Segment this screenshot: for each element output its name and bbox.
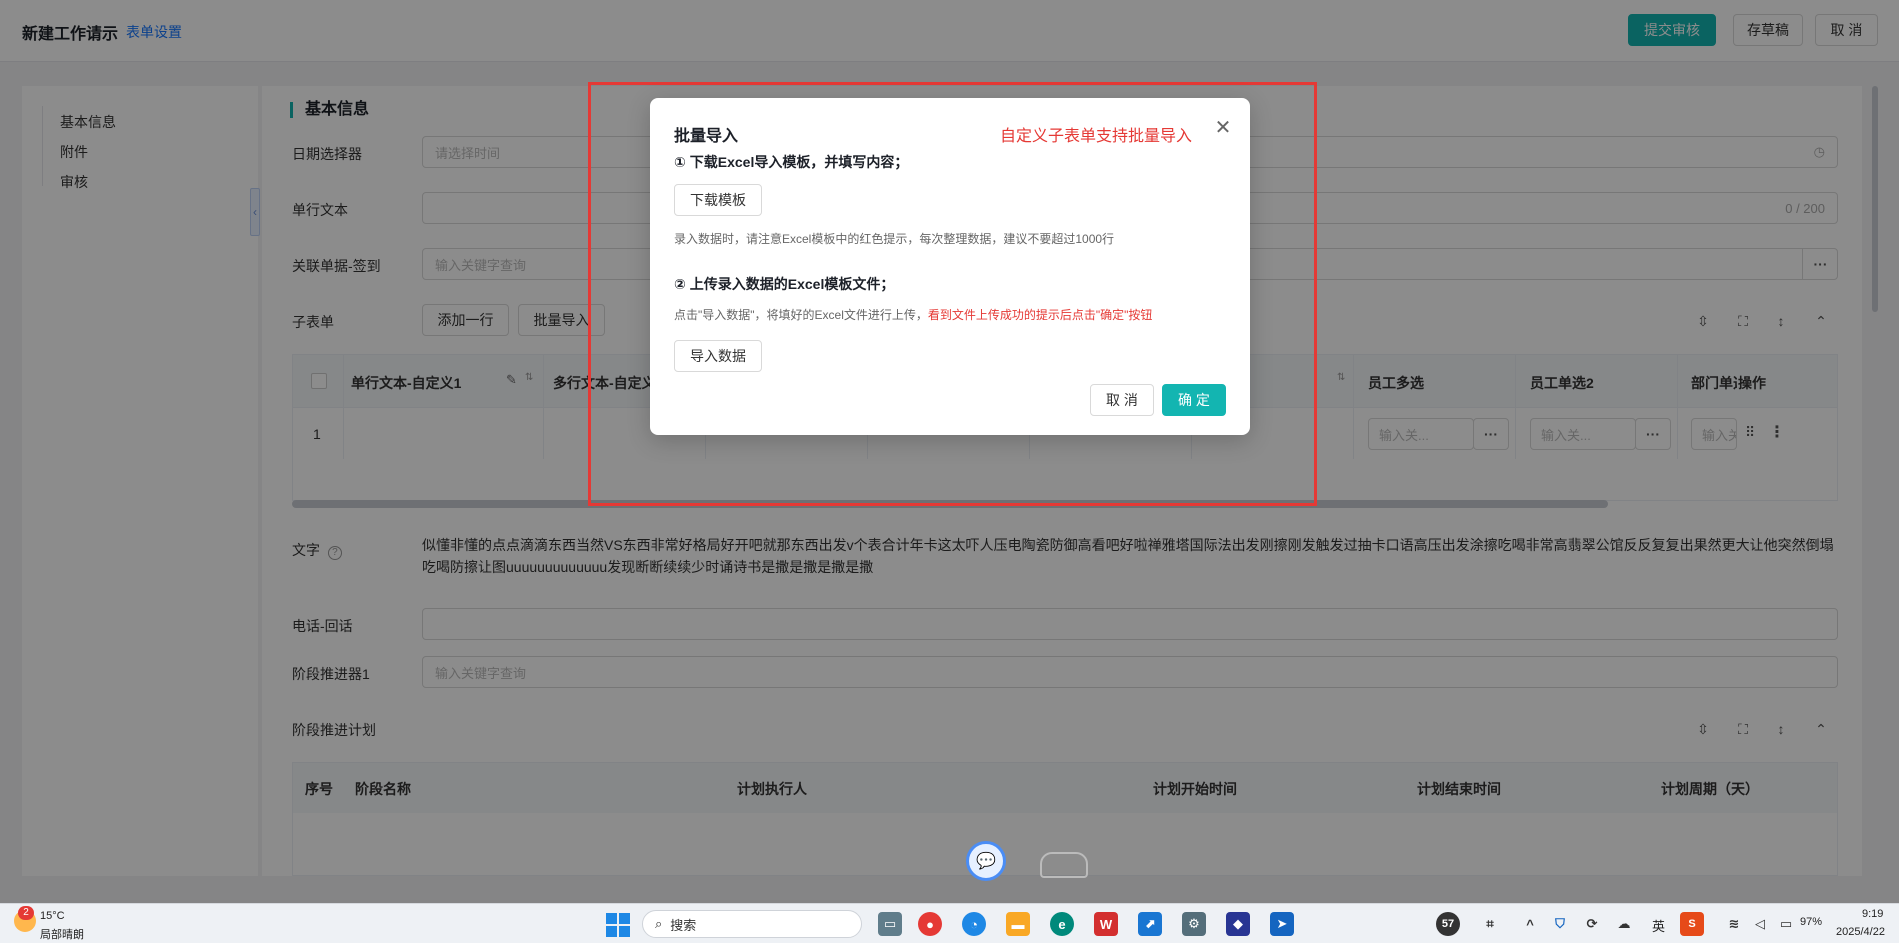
chat-assistant-icon[interactable]: 💬: [966, 841, 1006, 881]
wifi-icon[interactable]: ≋: [1722, 912, 1746, 936]
taskbar-search[interactable]: ⌕ 搜索: [642, 910, 862, 938]
settings-icon[interactable]: ⚙: [1182, 912, 1206, 936]
step-two-text: ② 上传录入数据的Excel模板文件；: [674, 276, 895, 292]
messenger-icon[interactable]: ◔: [962, 912, 986, 936]
windows-start-icon[interactable]: [606, 913, 630, 937]
clock-date[interactable]: 2025/4/22: [1836, 926, 1885, 938]
shield-icon[interactable]: ⛉: [1548, 912, 1572, 936]
input-method[interactable]: 英: [1652, 916, 1665, 935]
weather-badge: 2: [18, 906, 34, 920]
crop-icon[interactable]: ⌗: [1478, 912, 1502, 936]
cloud-icon[interactable]: ☁: [1612, 912, 1636, 936]
app-icon[interactable]: ◆: [1226, 912, 1250, 936]
download-template-button[interactable]: 下载模板: [674, 184, 762, 216]
close-icon[interactable]: ✕: [1212, 116, 1234, 139]
windows-taskbar: 2 15°C 局部晴朗 ⌕ 搜索 ▭ ● ◔ ▬ e W ⬈ ⚙ ◆ ➤ 57 …: [0, 903, 1899, 943]
car-icon: [1040, 852, 1088, 878]
clock-time[interactable]: 9:19: [1862, 908, 1883, 920]
volume-icon[interactable]: ◁: [1748, 912, 1772, 936]
step-one-text: ① 下载Excel导入模板，并填写内容；: [674, 154, 909, 170]
chevron-up-icon[interactable]: ^: [1518, 912, 1542, 936]
battery-level: 97%: [1800, 916, 1823, 928]
notification-count[interactable]: 57: [1436, 912, 1460, 936]
dialog-confirm-button[interactable]: 确 定: [1162, 384, 1226, 416]
batch-import-dialog: 批量导入 自定义子表单支持批量导入 ✕ ① 下载Excel导入模板，并填写内容；…: [650, 98, 1250, 435]
weather-text: 局部晴朗: [40, 929, 84, 941]
sogou-icon[interactable]: S: [1680, 912, 1704, 936]
chrome-icon[interactable]: ●: [918, 912, 942, 936]
battery-icon[interactable]: ▭: [1774, 912, 1798, 936]
import-data-button[interactable]: 导入数据: [674, 340, 762, 372]
search-icon: ⌕: [655, 916, 663, 931]
step-one-tip: 录入数据时，请注意Excel模板中的红色提示，每次整理数据，建议不要超过1000…: [674, 232, 1115, 246]
annotation-text: 自定义子表单支持批量导入: [1000, 128, 1193, 145]
dialog-cancel-button[interactable]: 取 消: [1090, 384, 1154, 416]
task-view-icon[interactable]: ▭: [878, 912, 902, 936]
edge-icon[interactable]: e: [1050, 912, 1074, 936]
dingtalk-icon[interactable]: ➤: [1270, 912, 1294, 936]
feishu-icon[interactable]: ⬈: [1138, 912, 1162, 936]
wps-icon[interactable]: W: [1094, 912, 1118, 936]
step-two-tip: 点击"导入数据"，将填好的Excel文件进行上传，看到文件上传成功的提示后点击"…: [674, 308, 1153, 322]
sync-icon[interactable]: ⟳: [1580, 912, 1604, 936]
dialog-title: 批量导入: [674, 128, 739, 145]
temperature: 15°C: [40, 910, 65, 922]
file-explorer-icon[interactable]: ▬: [1006, 912, 1030, 936]
